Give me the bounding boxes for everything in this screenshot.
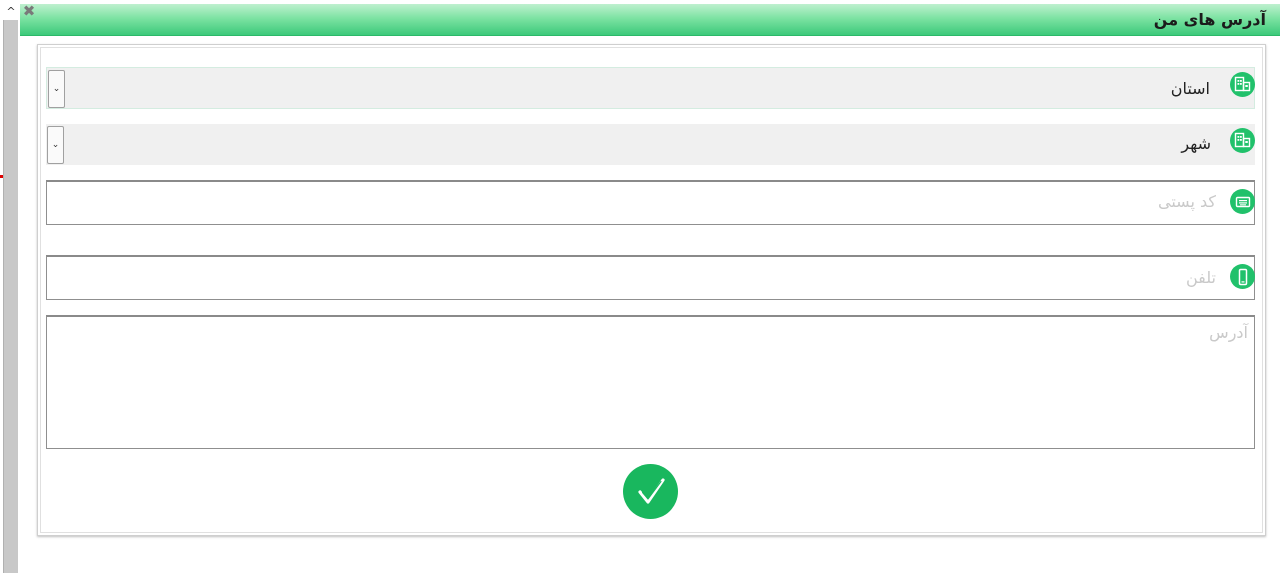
keyboard-icon xyxy=(1230,189,1255,214)
province-dropdown-button[interactable]: ⌄ xyxy=(48,70,65,108)
city-label: شهر xyxy=(1181,134,1211,153)
scroll-up-arrow-icon[interactable]: ^ xyxy=(4,5,18,19)
city-dropdown-button[interactable]: ⌄ xyxy=(47,126,64,164)
address-placeholder: آدرس xyxy=(1209,323,1248,342)
postal-code-input[interactable]: کد پستی xyxy=(46,180,1255,225)
province-select[interactable]: ⌄ استان xyxy=(46,67,1255,109)
dialog-title: آدرس های من xyxy=(1153,10,1266,29)
close-icon[interactable]: ✖ xyxy=(22,4,36,19)
buildings-icon xyxy=(1230,128,1255,153)
mobile-phone-icon xyxy=(1230,264,1255,289)
submit-button[interactable] xyxy=(623,464,678,519)
phone-input[interactable]: تلفن xyxy=(46,255,1255,300)
buildings-icon xyxy=(1230,72,1255,97)
dialog-header: آدرس های من xyxy=(20,4,1280,36)
province-label: استان xyxy=(1170,79,1210,98)
scroll-marker xyxy=(0,175,3,178)
address-textarea[interactable]: آدرس xyxy=(46,315,1255,449)
postal-code-placeholder: کد پستی xyxy=(1158,192,1216,211)
scrollbar-track[interactable] xyxy=(3,20,18,573)
checkmark-icon xyxy=(637,477,665,504)
phone-placeholder: تلفن xyxy=(1185,268,1216,287)
vertical-scrollbar[interactable]: ^ xyxy=(0,0,20,573)
city-select[interactable]: ⌄ شهر xyxy=(46,124,1255,165)
